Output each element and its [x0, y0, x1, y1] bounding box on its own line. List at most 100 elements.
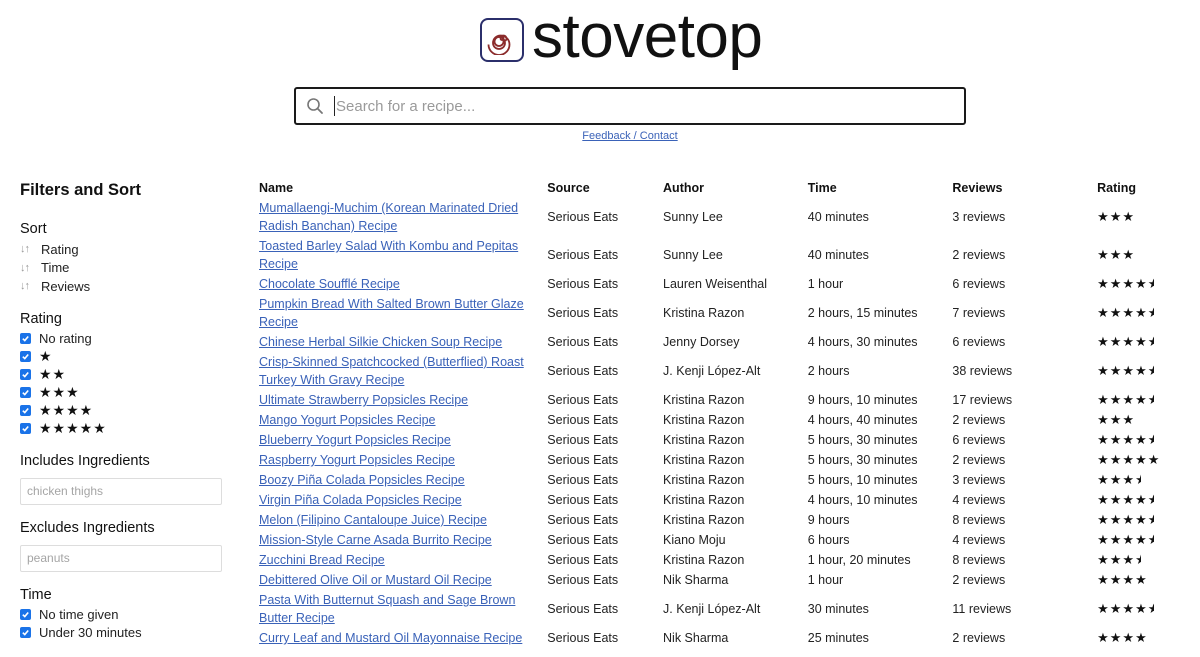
star-icon: ★: [1109, 452, 1123, 467]
excludes-heading: Excludes Ingredients: [20, 519, 155, 536]
table-row: Raspberry Yogurt Popsicles Recipe Serious…: [256, 450, 1200, 470]
recipe-link[interactable]: Blueberry Yogurt Popsicles Recipe: [259, 433, 451, 447]
cell-author: Kristina Razon: [663, 513, 745, 527]
recipe-link[interactable]: Raspberry Yogurt Popsicles Recipe: [259, 453, 455, 467]
half-star-icon: ★: [1148, 531, 1154, 549]
star-icon: ★: [1122, 552, 1136, 567]
recipe-link[interactable]: Ultimate Strawberry Popsicles Recipe: [259, 393, 468, 407]
star-icon: ★: [1097, 572, 1110, 587]
star-icon: ★: [1135, 432, 1148, 447]
search-icon: [306, 97, 324, 115]
cell-time: 5 hours, 10 minutes: [807, 473, 918, 487]
checkbox-checked[interactable]: [20, 387, 31, 398]
cell-name: Melon (Filipino Cantaloupe Juice) Recipe: [256, 510, 544, 530]
cell-time: 1 hour: [807, 277, 844, 291]
star-icon: ★: [1109, 209, 1123, 224]
rating-filter-2[interactable]: ★★: [20, 366, 222, 384]
recipe-link[interactable]: Chinese Herbal Silkie Chicken Soup Recip…: [259, 335, 502, 349]
recipe-link[interactable]: Melon (Filipino Cantaloupe Juice) Recipe: [259, 513, 487, 527]
checkbox-checked[interactable]: [20, 405, 31, 416]
cell-reviews: 4 reviews: [952, 533, 1006, 547]
cell-author: Kristina Razon: [663, 473, 745, 487]
cell-name: Mission-Style Carne Asada Burrito Recipe: [256, 530, 544, 550]
rating-filter-3[interactable]: ★★★: [20, 384, 222, 402]
star-icon: ★: [1109, 630, 1123, 645]
cell-author: Sunny Lee: [663, 210, 723, 224]
star-icon: ★: [1097, 392, 1110, 407]
checkbox-checked[interactable]: [20, 627, 31, 638]
cell-reviews: 8 reviews: [952, 513, 1006, 527]
rating-stars: ★★★★★: [1097, 601, 1154, 616]
star-icon: ★: [1097, 512, 1110, 527]
checkbox-checked[interactable]: [20, 333, 31, 344]
checkbox-checked[interactable]: [20, 423, 31, 434]
star-icon: ★: [1122, 432, 1136, 447]
time-filter-none[interactable]: No time given: [20, 606, 222, 624]
checkbox-checked[interactable]: [20, 609, 31, 620]
excludes-section: Excludes Ingredients: [20, 520, 222, 572]
recipe-link[interactable]: Zucchini Bread Recipe: [259, 553, 385, 567]
star-icon: ★: [1135, 492, 1148, 507]
star-icon: ★: [1097, 276, 1110, 291]
star-icon: ★: [1109, 392, 1123, 407]
recipe-link[interactable]: Mission-Style Carne Asada Burrito Recipe: [259, 533, 492, 547]
rating-filter-1[interactable]: ★: [20, 348, 222, 366]
recipe-link[interactable]: Pumpkin Bread With Salted Brown Butter G…: [259, 297, 524, 329]
cell-source: Serious Eats: [547, 364, 619, 378]
recipe-link[interactable]: Boozy Piña Colada Popsicles Recipe: [259, 473, 465, 487]
star-icon: ★: [1109, 432, 1123, 447]
cell-reviews: 2 reviews: [952, 413, 1006, 427]
recipe-link[interactable]: Curry Leaf and Mustard Oil Mayonnaise Re…: [259, 631, 522, 645]
star-icon: ★: [1109, 247, 1123, 262]
includes-ingredients-input[interactable]: [20, 477, 222, 505]
star-icon: ★: [1097, 363, 1110, 378]
recipe-link[interactable]: Mumallaengi-Muchim (Korean Marinated Dri…: [259, 201, 518, 233]
rating-stars: ★★★★★: [1097, 276, 1154, 291]
cell-name: Ultimate Strawberry Popsicles Recipe: [256, 390, 544, 410]
recipe-link[interactable]: Mango Yogurt Popsicles Recipe: [259, 413, 436, 427]
cell-name: Crisp-Skinned Spatchcocked (Butterflied)…: [256, 352, 544, 390]
star-icon: ★: [1109, 412, 1123, 427]
cell-rating: ★★★★★: [1094, 274, 1200, 294]
excludes-ingredients-input[interactable]: [20, 544, 222, 572]
cell-reviews: 2 reviews: [952, 631, 1006, 645]
checkbox-checked[interactable]: [20, 351, 31, 362]
search-box[interactable]: [294, 87, 966, 125]
rating-section: Rating No rating ★ ★★ ★★★ ★★★★ ★★★★★: [20, 311, 222, 438]
rating-stars: ★★★★: [1097, 572, 1148, 587]
recipe-link[interactable]: Crisp-Skinned Spatchcocked (Butterflied)…: [259, 355, 524, 387]
sort-rating[interactable]: ↓↑ Rating: [20, 240, 222, 259]
time-heading: Time: [20, 586, 52, 603]
cell-name: Mumallaengi-Muchim (Korean Marinated Dri…: [256, 198, 544, 236]
feedback-contact-link[interactable]: Feedback / Contact: [0, 130, 1200, 142]
cell-time: 9 hours, 10 minutes: [807, 393, 918, 407]
recipe-link[interactable]: Toasted Barley Salad With Kombu and Pepi…: [259, 239, 518, 271]
rating-filter-none[interactable]: No rating: [20, 330, 222, 348]
star-icon: ★: [1135, 392, 1148, 407]
rating-filter-5[interactable]: ★★★★★: [20, 420, 222, 438]
table-header-row: Name Source Author Time Reviews Rating: [256, 178, 1200, 198]
cell-reviews: 8 reviews: [952, 553, 1006, 567]
rating-stars: ★★★: [1097, 247, 1135, 262]
rating-stars: ★★★★★: [1097, 492, 1154, 507]
rating-stars: ★★★★: [1097, 472, 1141, 487]
recipe-link[interactable]: Pasta With Butternut Squash and Sage Bro…: [259, 593, 515, 625]
cell-rating: ★★★★★: [1094, 530, 1200, 550]
time-filter-under-30[interactable]: Under 30 minutes: [20, 624, 222, 642]
cell-source: Serious Eats: [547, 453, 619, 467]
cell-time: 4 hours, 30 minutes: [807, 335, 918, 349]
recipe-link[interactable]: Chocolate Soufflé Recipe: [259, 277, 400, 291]
rating-stars: ★★★★★: [1097, 363, 1154, 378]
star-icon: ★: [1135, 305, 1148, 320]
recipe-link[interactable]: Debittered Olive Oil or Mustard Oil Reci…: [259, 573, 492, 587]
logo[interactable]: stovetop: [480, 6, 763, 70]
cell-reviews: 2 reviews: [952, 248, 1006, 262]
sort-reviews[interactable]: ↓↑ Reviews: [20, 277, 222, 296]
search-input[interactable]: [334, 96, 964, 116]
sort-time[interactable]: ↓↑ Time: [20, 259, 222, 278]
checkbox-checked[interactable]: [20, 369, 31, 380]
star-icon: ★: [1109, 276, 1123, 291]
rating-filter-4[interactable]: ★★★★: [20, 402, 222, 420]
half-star-icon: ★: [1135, 551, 1141, 569]
recipe-link[interactable]: Virgin Piña Colada Popsicles Recipe: [259, 493, 462, 507]
